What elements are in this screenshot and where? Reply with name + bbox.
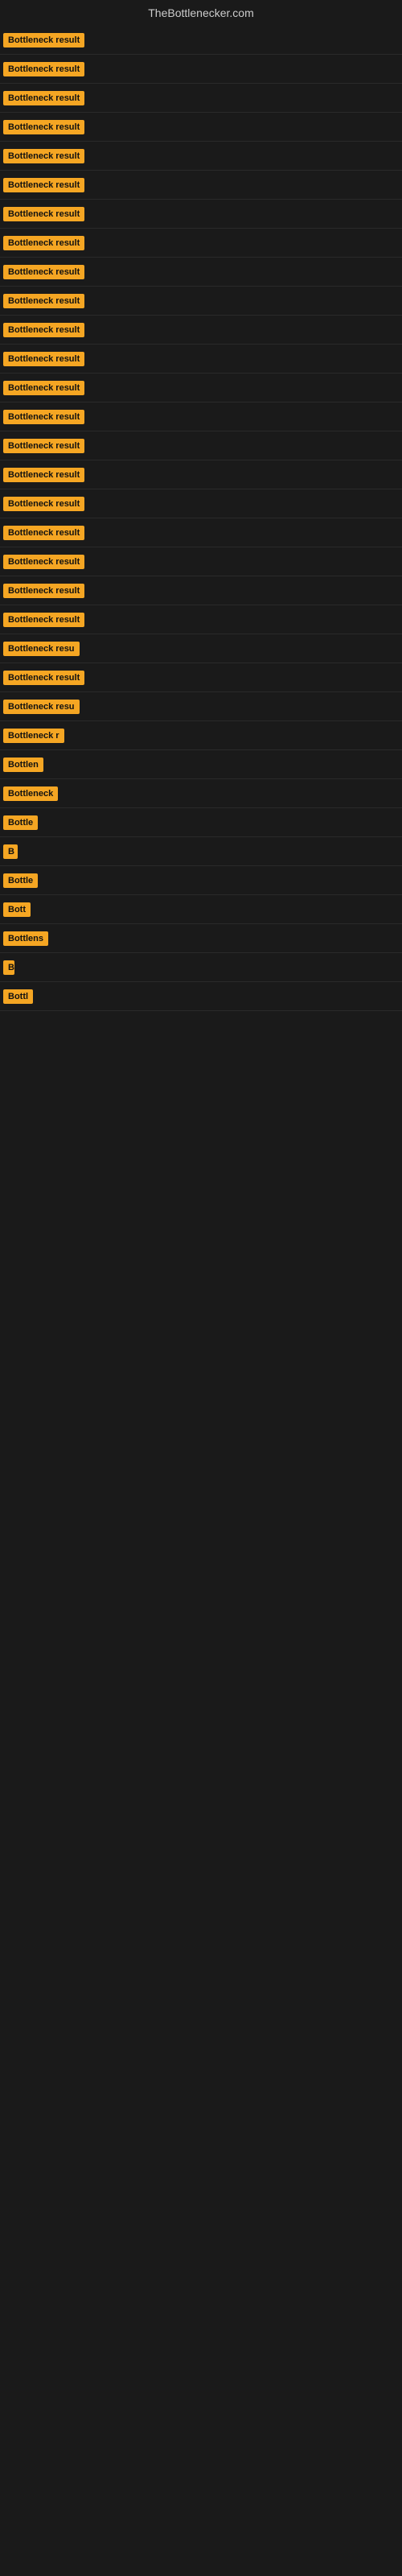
list-item: Bottleneck result xyxy=(0,518,402,547)
list-item: Bottleneck result xyxy=(0,229,402,258)
bottleneck-badge: Bottleneck result xyxy=(3,323,84,337)
list-item: Bottleneck result xyxy=(0,547,402,576)
bottleneck-badge: Bottleneck result xyxy=(3,410,84,424)
site-title: TheBottlenecker.com xyxy=(0,0,402,23)
bottleneck-badge: Bottleneck result xyxy=(3,381,84,395)
list-item: Bottleneck result xyxy=(0,200,402,229)
list-item: Bottle xyxy=(0,866,402,895)
bottleneck-badge: Bottleneck resu xyxy=(3,642,80,656)
list-item: Bottleneck result xyxy=(0,258,402,287)
list-item: Bottleneck result xyxy=(0,26,402,55)
bottleneck-badge: Bottleneck resu xyxy=(3,700,80,714)
results-container: Bottleneck result Bottleneck result Bottle… xyxy=(0,23,402,1014)
bottleneck-badge: Bottlen xyxy=(3,758,43,772)
bottleneck-badge: Bottleneck result xyxy=(3,439,84,453)
bottleneck-badge: Bott xyxy=(3,902,31,917)
bottleneck-badge: Bottleneck result xyxy=(3,236,84,250)
list-item: Bottleneck result xyxy=(0,402,402,431)
list-item: Bottleneck xyxy=(0,779,402,808)
bottleneck-badge: Bottleneck result xyxy=(3,265,84,279)
bottleneck-badge: Bottlens xyxy=(3,931,48,946)
list-item: Bottleneck result xyxy=(0,460,402,489)
bottleneck-badge: Bottleneck xyxy=(3,786,58,801)
list-item: Bottl xyxy=(0,982,402,1011)
bottleneck-badge: Bottleneck result xyxy=(3,62,84,76)
bottleneck-badge: Bottleneck result xyxy=(3,584,84,598)
bottleneck-badge: Bottleneck result xyxy=(3,294,84,308)
bottleneck-badge: Bottl xyxy=(3,989,33,1004)
bottleneck-badge: B xyxy=(3,844,18,859)
bottleneck-badge: Bottleneck result xyxy=(3,120,84,134)
bottleneck-badge: Bottleneck r xyxy=(3,729,64,743)
list-item: Bottleneck result xyxy=(0,55,402,84)
list-item: Bottleneck result xyxy=(0,316,402,345)
bottleneck-badge: Bottleneck result xyxy=(3,352,84,366)
bottleneck-badge: Bottle xyxy=(3,815,38,830)
list-item: Bottleneck result xyxy=(0,171,402,200)
bottleneck-badge: Bottleneck result xyxy=(3,149,84,163)
bottleneck-badge: Bottleneck result xyxy=(3,671,84,685)
bottleneck-badge: Bottleneck result xyxy=(3,178,84,192)
bottleneck-badge: Bottleneck result xyxy=(3,207,84,221)
bottleneck-badge: Bottle xyxy=(3,873,38,888)
list-item: Bottleneck result xyxy=(0,84,402,113)
list-item: Bottleneck result xyxy=(0,345,402,374)
list-item: Bott xyxy=(0,895,402,924)
bottleneck-badge: Bottleneck result xyxy=(3,613,84,627)
list-item: Bottleneck result xyxy=(0,374,402,402)
bottleneck-badge: Bottleneck result xyxy=(3,497,84,511)
list-item: Bottleneck result xyxy=(0,287,402,316)
bottleneck-badge: Bottleneck result xyxy=(3,91,84,105)
list-item: Bottleneck result xyxy=(0,576,402,605)
list-item: Bottleneck result xyxy=(0,663,402,692)
bottleneck-badge: Bottleneck result xyxy=(3,526,84,540)
bottleneck-badge: B xyxy=(3,960,14,975)
list-item: Bottleneck result xyxy=(0,605,402,634)
list-item: Bottleneck result xyxy=(0,142,402,171)
list-item: Bottleneck result xyxy=(0,431,402,460)
list-item: Bottle xyxy=(0,808,402,837)
list-item: Bottleneck r xyxy=(0,721,402,750)
list-item: B xyxy=(0,953,402,982)
list-item: Bottleneck result xyxy=(0,113,402,142)
list-item: Bottleneck result xyxy=(0,489,402,518)
page-wrapper: TheBottlenecker.com Bottleneck resultBot… xyxy=(0,0,402,2576)
list-item: Bottleneck resu xyxy=(0,634,402,663)
list-item: Bottlen xyxy=(0,750,402,779)
list-item: Bottleneck resu xyxy=(0,692,402,721)
bottleneck-badge: Bottleneck result xyxy=(3,33,84,47)
list-item: B xyxy=(0,837,402,866)
bottleneck-badge: Bottleneck result xyxy=(3,468,84,482)
list-item: Bottlens xyxy=(0,924,402,953)
bottleneck-badge: Bottleneck result xyxy=(3,555,84,569)
